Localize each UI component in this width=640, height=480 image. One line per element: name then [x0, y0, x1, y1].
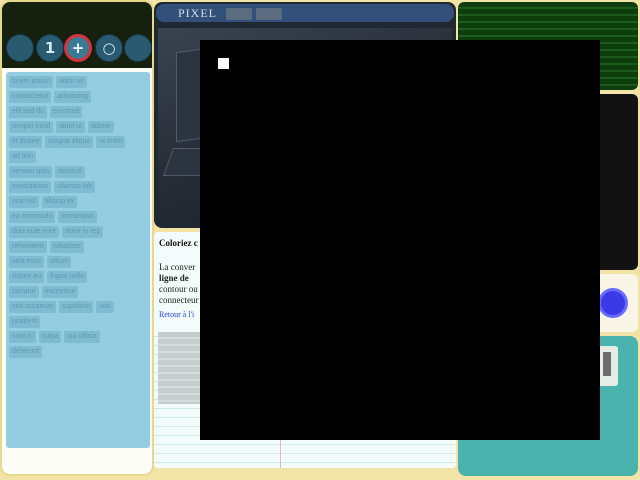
- list-chip[interactable]: ut enim: [96, 136, 126, 148]
- cursor-square: [218, 58, 229, 69]
- list-chip[interactable]: oris nisi: [9, 196, 39, 208]
- list-row[interactable]: exercitation ullamco lab: [9, 181, 147, 193]
- list-row[interactable]: et dolore magna aliqua ut enim ad min: [9, 136, 147, 163]
- list-chip[interactable]: exercitation: [9, 181, 51, 193]
- list-chip[interactable]: elit sed do: [9, 106, 47, 118]
- list-chip[interactable]: cupidatat: [58, 301, 94, 313]
- list-chip[interactable]: duis aute irure: [9, 226, 60, 238]
- list-row[interactable]: elit sed do eiusmod: [9, 106, 147, 118]
- back-link[interactable]: Retour à l'i: [159, 310, 194, 319]
- list-chip[interactable]: idunt ut: [56, 121, 86, 133]
- viewer-title-bar: PIXEL: [156, 4, 454, 22]
- list-row[interactable]: deserunt: [9, 346, 147, 358]
- slider-handle[interactable]: [603, 352, 611, 376]
- list-chip[interactable]: aliquip ex: [41, 196, 78, 208]
- list-chip[interactable]: consectetur: [9, 91, 52, 103]
- list-chip[interactable]: deserunt: [9, 346, 43, 358]
- list-chip[interactable]: culpa: [38, 331, 62, 343]
- plus-icon: +: [71, 39, 85, 57]
- list-row[interactable]: consectetur adipiscing: [9, 91, 147, 103]
- item-list: lorem ipsum dolor sit consectetur adipiscin…: [6, 72, 150, 448]
- list-row[interactable]: sint occaecat cupidatat non proident: [9, 301, 147, 328]
- list-chip[interactable]: sunt in: [9, 331, 36, 343]
- tool-button-5[interactable]: [124, 34, 152, 62]
- list-row[interactable]: oris nisi aliquip ex: [9, 196, 147, 208]
- viewer-tab[interactable]: [256, 8, 282, 20]
- viewer-title: PIXEL: [178, 6, 217, 20]
- list-row[interactable]: ea commodo consequat: [9, 211, 147, 223]
- list-chip[interactable]: qui officia: [64, 331, 100, 343]
- list-row[interactable]: duis aute irure dolor in rep: [9, 226, 147, 238]
- list-chip[interactable]: dolore eu: [9, 271, 45, 283]
- list-chip[interactable]: ullamco lab: [53, 181, 96, 193]
- list-chip[interactable]: lorem ipsum: [9, 76, 54, 88]
- list-row[interactable]: rehenderit voluptate: [9, 241, 147, 253]
- list-chip[interactable]: veniam quis: [9, 166, 53, 178]
- list-row[interactable]: sunt in culpa qui officia: [9, 331, 147, 343]
- article-title: Coloriez c: [159, 238, 198, 248]
- list-row[interactable]: pariatur excepteur: [9, 286, 147, 298]
- list-chip[interactable]: velit esse: [9, 256, 45, 268]
- list-row[interactable]: veniam quis nostrud: [9, 166, 147, 178]
- list-row[interactable]: tempor incid idunt ut labore: [9, 121, 147, 133]
- list-chip[interactable]: eiusmod: [49, 106, 83, 118]
- list-chip[interactable]: pariatur: [9, 286, 39, 298]
- left-panel: 1 + ○ lorem ipsum dolor sit consectetur adi…: [0, 0, 154, 476]
- list-chip[interactable]: dolor in rep: [62, 226, 104, 238]
- list-chip[interactable]: non: [96, 301, 114, 313]
- list-row[interactable]: velit esse cillum: [9, 256, 147, 268]
- list-chip[interactable]: nostrud: [55, 166, 85, 178]
- number-one-icon: 1: [44, 39, 56, 57]
- list-chip[interactable]: excepteur: [41, 286, 79, 298]
- list-chip[interactable]: magna aliqua: [45, 136, 94, 148]
- list-row[interactable]: lorem ipsum dolor sit: [9, 76, 147, 88]
- list-chip[interactable]: ea commodo: [9, 211, 56, 223]
- list-chip[interactable]: voluptate: [49, 241, 84, 253]
- tool-button-1[interactable]: [6, 34, 34, 62]
- list-chip[interactable]: tempor incid: [9, 121, 54, 133]
- list-chip[interactable]: dolor sit: [56, 76, 87, 88]
- play-button[interactable]: [598, 288, 628, 318]
- list-row[interactable]: dolore eu fugiat nulla: [9, 271, 147, 283]
- viewer-tab[interactable]: [226, 8, 252, 20]
- list-chip[interactable]: ad min: [9, 151, 37, 163]
- tool-button-3[interactable]: +: [64, 34, 92, 62]
- circle-icon: ○: [102, 39, 116, 57]
- list-chip[interactable]: proident: [9, 316, 41, 328]
- list-chip[interactable]: rehenderit: [9, 241, 47, 253]
- list-chip[interactable]: consequat: [58, 211, 97, 223]
- list-chip[interactable]: labore: [88, 121, 114, 133]
- tool-button-4[interactable]: ○: [95, 34, 123, 62]
- list-chip[interactable]: fugiat nulla: [47, 271, 88, 283]
- list-chip[interactable]: et dolore: [9, 136, 43, 148]
- list-chip[interactable]: cillum: [47, 256, 72, 268]
- list-chip[interactable]: adipiscing: [54, 91, 92, 103]
- black-overlay[interactable]: [200, 40, 600, 440]
- tool-header: 1 + ○: [2, 2, 152, 68]
- list-chip[interactable]: sint occaecat: [9, 301, 56, 313]
- tool-button-2[interactable]: 1: [36, 34, 64, 62]
